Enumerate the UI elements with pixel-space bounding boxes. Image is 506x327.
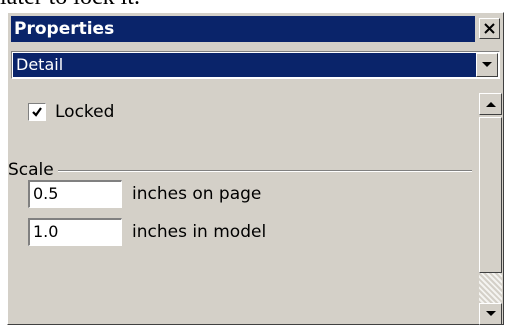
chevron-up-icon — [485, 102, 496, 107]
detail-dropdown[interactable]: Detail — [11, 51, 500, 79]
model-inches-field[interactable]: 1.0 — [28, 218, 122, 246]
background-document-text: later to lock it. — [0, 0, 506, 10]
close-button[interactable] — [479, 18, 500, 39]
scale-group-divider — [8, 170, 472, 172]
panel-title: Properties — [14, 19, 115, 39]
page-inches-field[interactable]: 0.5 — [28, 180, 122, 208]
model-inches-label: inches in model — [132, 222, 267, 242]
locked-checkbox[interactable] — [28, 103, 46, 121]
page-inches-label: inches on page — [132, 184, 262, 204]
scroll-up-button[interactable] — [479, 93, 502, 115]
locked-label[interactable]: Locked — [55, 101, 114, 123]
scrollbar-track[interactable] — [479, 273, 502, 303]
chevron-down-icon — [485, 311, 496, 316]
vertical-scrollbar[interactable] — [479, 93, 502, 325]
checkmark-icon — [32, 107, 42, 117]
scale-group-label: Scale — [8, 159, 58, 181]
chevron-down-icon — [482, 62, 492, 67]
properties-panel: Properties Detail Locked Scale 0.5 inche… — [7, 12, 504, 325]
dropdown-arrow-button[interactable] — [476, 53, 498, 77]
scrollbar-thumb[interactable] — [479, 117, 502, 273]
title-bar[interactable]: Properties — [11, 16, 475, 42]
dropdown-selected-value: Detail — [13, 53, 476, 77]
close-x-icon — [484, 23, 495, 34]
document-background: later to lock it. — [0, 0, 506, 10]
scroll-down-button[interactable] — [479, 303, 502, 325]
